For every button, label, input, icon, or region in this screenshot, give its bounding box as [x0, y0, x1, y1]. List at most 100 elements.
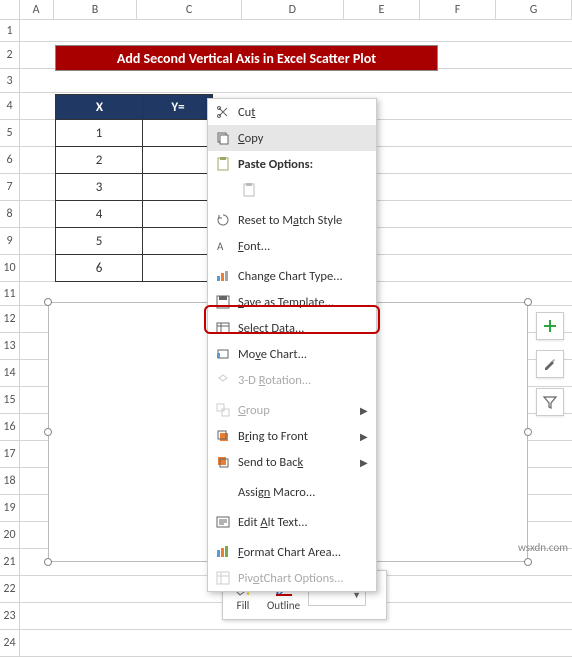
reset-icon	[212, 210, 234, 230]
menu-label: Send to Back	[238, 455, 360, 470]
resize-handle[interactable]	[524, 558, 532, 566]
paste-icon	[212, 154, 234, 174]
row-header[interactable]: 14	[0, 360, 20, 386]
menu-paste-clip[interactable]	[208, 177, 376, 203]
row-header[interactable]: 17	[0, 441, 20, 467]
outline-label: Outline	[267, 599, 300, 612]
col-header-g[interactable]: G	[496, 0, 572, 19]
menu-label: Group	[238, 403, 360, 418]
brush-icon	[542, 356, 558, 372]
watermark: wsxdn.com	[518, 541, 568, 554]
menu-edit-alt-text[interactable]: Edit Alt Text...	[208, 509, 376, 535]
row-header[interactable]: 9	[0, 228, 20, 254]
col-header-c[interactable]: C	[137, 0, 241, 19]
resize-handle[interactable]	[44, 428, 52, 436]
resize-handle[interactable]	[524, 428, 532, 436]
table-cell[interactable]: 5	[55, 228, 143, 255]
row-header[interactable]: 3	[0, 69, 20, 92]
chevron-right-icon: ▶	[360, 456, 368, 469]
row-header[interactable]: 10	[0, 255, 20, 281]
clipboard-icon	[238, 180, 260, 200]
front-icon	[212, 426, 234, 446]
format-icon	[212, 542, 234, 562]
row-header[interactable]: 6	[0, 147, 20, 173]
row-header[interactable]: 24	[0, 630, 20, 656]
menu-assign-macro[interactable]: Assign Macro...	[208, 479, 376, 505]
chart-elements-button[interactable]	[536, 312, 564, 340]
menu-font[interactable]: A Font...	[208, 233, 376, 259]
resize-handle[interactable]	[524, 298, 532, 306]
chevron-right-icon: ▶	[360, 430, 368, 443]
row-header[interactable]: 8	[0, 201, 20, 227]
row-header[interactable]: 4	[0, 93, 20, 119]
row-header[interactable]: 18	[0, 468, 20, 494]
row-header[interactable]: 11	[0, 282, 20, 305]
row-header[interactable]: 20	[0, 522, 20, 548]
row-header[interactable]: 16	[0, 414, 20, 440]
copy-icon	[212, 128, 234, 148]
menu-label: Format Chart Area...	[238, 545, 368, 560]
alt-text-icon	[212, 512, 234, 532]
col-header-f[interactable]: F	[420, 0, 496, 19]
table-header-x[interactable]: X	[55, 94, 143, 120]
table-cell[interactable]	[143, 201, 213, 228]
menu-label: Copy	[238, 131, 368, 146]
table-cell[interactable]	[143, 228, 213, 255]
menu-label: Reset to Match Style	[238, 213, 368, 228]
menu-save-template[interactable]: Save as Template...	[208, 289, 376, 315]
select-data-icon	[212, 318, 234, 338]
menu-label: Bring to Front	[238, 429, 360, 444]
col-header-a[interactable]: A	[20, 0, 54, 19]
menu-select-data[interactable]: Select Data...	[208, 315, 376, 341]
cut-icon	[212, 102, 234, 122]
table-cell[interactable]: 6	[55, 255, 143, 282]
row-header[interactable]: 7	[0, 174, 20, 200]
menu-send-to-back[interactable]: Send to Back ▶	[208, 449, 376, 475]
row-header[interactable]: 13	[0, 333, 20, 359]
row-header[interactable]: 1	[0, 20, 20, 41]
row-header[interactable]: 15	[0, 387, 20, 413]
col-header-b[interactable]: B	[54, 0, 138, 19]
menu-label: Cut	[238, 105, 368, 120]
row-header[interactable]: 2	[0, 42, 20, 68]
table-cell[interactable]: 2	[55, 147, 143, 174]
table-cell[interactable]	[143, 255, 213, 282]
table-cell[interactable]	[143, 174, 213, 201]
menu-label: Edit Alt Text...	[238, 515, 368, 530]
table-cell[interactable]: 1	[55, 120, 143, 147]
table-cell[interactable]	[143, 120, 213, 147]
resize-handle[interactable]	[44, 298, 52, 306]
col-header-d[interactable]: D	[242, 0, 344, 19]
chart-filters-button[interactable]	[536, 388, 564, 416]
table-cell[interactable]: 3	[55, 174, 143, 201]
resize-handle[interactable]	[44, 558, 52, 566]
menu-cut[interactable]: Cut	[208, 99, 376, 125]
row-header[interactable]: 22	[0, 576, 20, 602]
table-cell[interactable]	[143, 147, 213, 174]
menu-label: Move Chart...	[238, 347, 368, 362]
menu-3d-rotation: 3-D Rotation...	[208, 367, 376, 393]
menu-reset-style[interactable]: Reset to Match Style	[208, 207, 376, 233]
font-icon: A	[212, 236, 234, 256]
chevron-right-icon: ▶	[360, 404, 368, 417]
col-header-e[interactable]: E	[344, 0, 420, 19]
group-icon	[212, 400, 234, 420]
menu-copy[interactable]: Copy	[208, 125, 376, 151]
menu-label: Assign Macro...	[238, 485, 368, 500]
menu-label: 3-D Rotation...	[238, 373, 368, 388]
menu-bring-to-front[interactable]: Bring to Front ▶	[208, 423, 376, 449]
menu-change-chart-type[interactable]: Change Chart Type...	[208, 263, 376, 289]
row-header[interactable]: 23	[0, 603, 20, 629]
menu-move-chart[interactable]: Move Chart...	[208, 341, 376, 367]
menu-format-chart-area[interactable]: Format Chart Area...	[208, 539, 376, 565]
menu-label: Paste Options:	[238, 157, 368, 172]
table-cell[interactable]: 4	[55, 201, 143, 228]
menu-group: Group ▶	[208, 397, 376, 423]
row-header[interactable]: 12	[0, 306, 20, 332]
row-header[interactable]: 21	[0, 549, 20, 575]
table-header-y[interactable]: Y=	[143, 94, 213, 120]
corner-cell[interactable]	[0, 0, 20, 19]
chart-styles-button[interactable]	[536, 350, 564, 378]
row-header[interactable]: 19	[0, 495, 20, 521]
row-header[interactable]: 5	[0, 120, 20, 146]
